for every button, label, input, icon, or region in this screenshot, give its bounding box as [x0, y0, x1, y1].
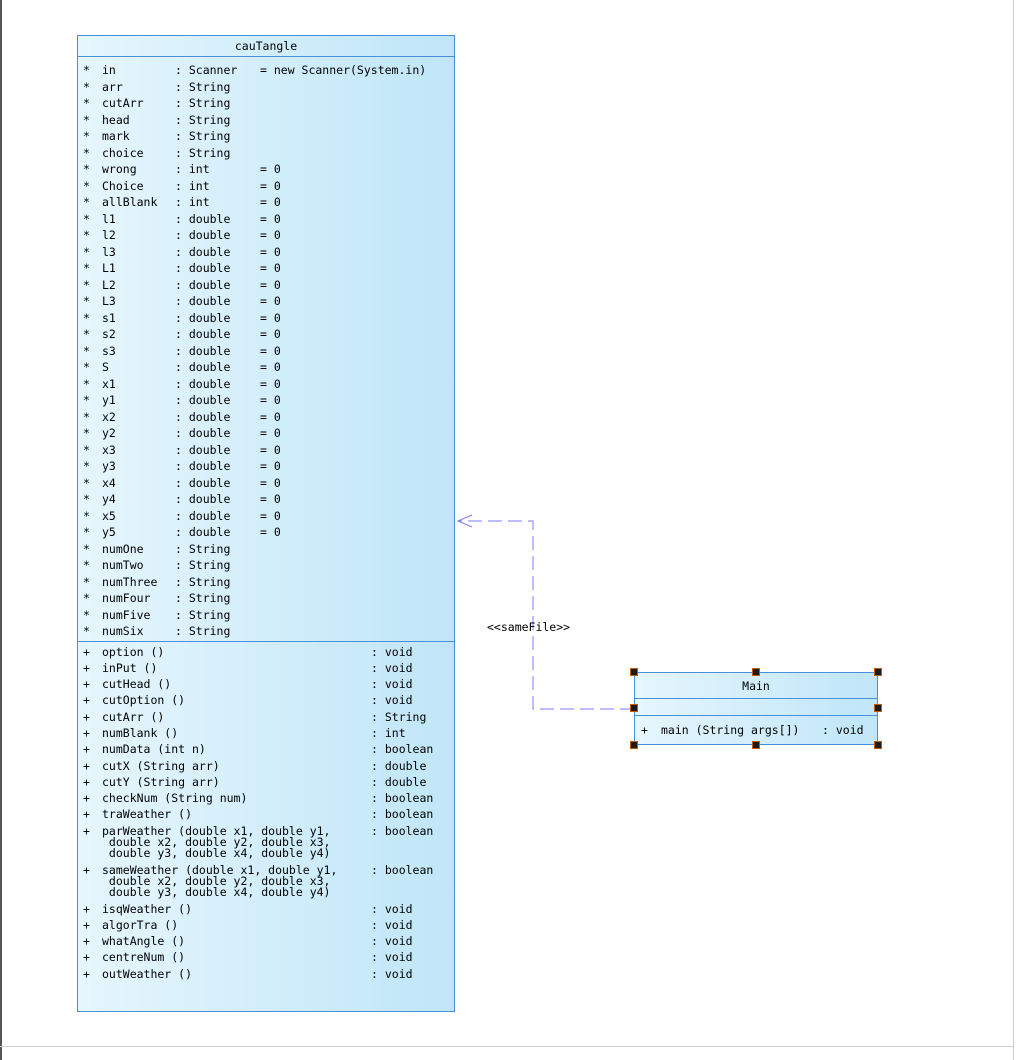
dependency-line — [458, 520, 634, 710]
op-signature: main (String args[]) — [661, 723, 800, 737]
resize-handle-se[interactable] — [874, 741, 882, 749]
resize-handle-ne[interactable] — [874, 668, 882, 676]
resize-handle-w[interactable] — [630, 704, 638, 712]
resize-handle-s[interactable] — [752, 741, 760, 749]
resize-handle-sw[interactable] — [630, 741, 638, 749]
op-visibility: + — [641, 723, 648, 737]
dependency-connector — [456, 514, 634, 710]
class-box-main[interactable]: Main + main (String args[]) : void — [634, 672, 878, 745]
resize-handle-n[interactable] — [752, 668, 760, 676]
class-name: Main — [635, 673, 877, 699]
resize-handle-nw[interactable] — [630, 668, 638, 676]
attributes-compartment — [635, 699, 877, 716]
diagram-canvas[interactable]: cauTangle * in: Scanner = new Scanner(Syst… — [0, 0, 1026, 1060]
stereotype-label: <<sameFile>> — [487, 620, 571, 634]
op-return-type: : void — [822, 723, 864, 737]
resize-handle-e[interactable] — [874, 704, 882, 712]
operations-compartment: + main (String args[]) : void — [635, 716, 877, 744]
